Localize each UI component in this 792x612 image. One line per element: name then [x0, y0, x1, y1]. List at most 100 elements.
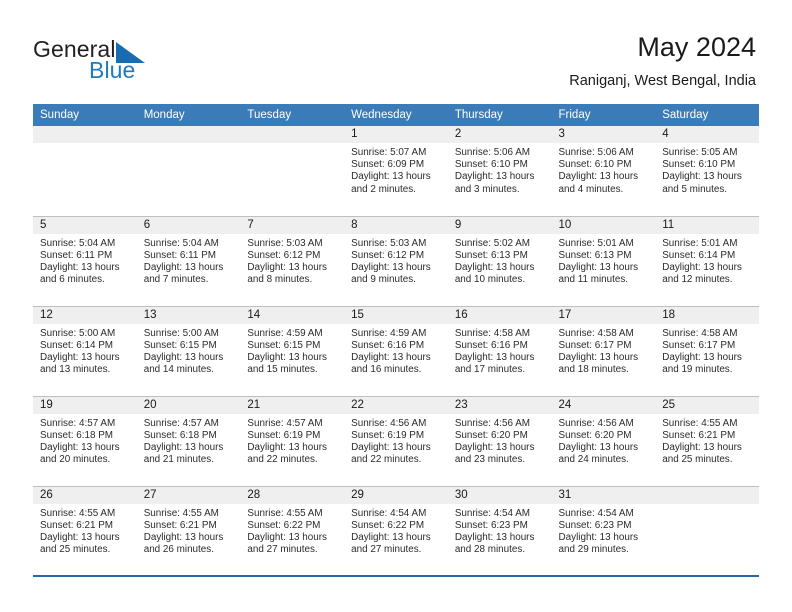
daylight-text-line1: Daylight: 13 hours [40, 351, 120, 363]
calendar-day-cell[interactable]: 17 Sunrise: 4:58 AM Sunset: 6:17 PM Dayligh… [551, 305, 656, 396]
calendar-day-cell[interactable]: 31 Sunrise: 4:54 AM Sunset: 6:23 PM Dayligh… [551, 485, 656, 576]
day-details: Sunrise: 4:54 AM Sunset: 6:23 PM Daylight:… [552, 504, 656, 557]
sunrise-text: Sunrise: 4:54 AM [454, 507, 531, 519]
calendar-day-cell[interactable]: 3 Sunrise: 5:06 AM Sunset: 6:10 PM Daylight… [551, 126, 656, 216]
calendar-day-cell[interactable]: 5 Sunrise: 5:04 AM Sunset: 6:11 PM Daylight… [33, 215, 137, 306]
day-number: 20 [136, 396, 241, 414]
day-details: Sunrise: 4:56 AM Sunset: 6:20 PM Daylight:… [448, 414, 552, 467]
sunrise-text: Sunrise: 4:59 AM [247, 327, 323, 339]
daylight-text-line1: Daylight: 13 hours [247, 351, 327, 363]
day-details: Sunrise: 5:01 AM Sunset: 6:14 PM Daylight:… [655, 234, 759, 287]
calendar-day-cell[interactable]: 6 Sunrise: 5:04 AM Sunset: 6:11 PM Daylight… [136, 215, 241, 306]
day-number: 28 [240, 486, 345, 504]
calendar-day-cell[interactable]: 13 Sunrise: 5:00 AM Sunset: 6:15 PM Dayligh… [136, 305, 241, 396]
day-details: Sunrise: 5:06 AM Sunset: 6:10 PM Daylight:… [552, 143, 656, 196]
daylight-text-line2: and 25 minutes. [662, 454, 733, 466]
day-details: Sunrise: 4:56 AM Sunset: 6:20 PM Daylight:… [552, 414, 656, 467]
sunset-text: Sunset: 6:21 PM [143, 519, 217, 531]
sunrise-text: Sunrise: 4:57 AM [143, 417, 219, 429]
calendar-day-cell[interactable] [655, 485, 759, 576]
day-details [33, 143, 137, 147]
sunrise-text: Sunrise: 4:55 AM [662, 417, 738, 429]
weekday-header-wednesday: Wednesday [344, 104, 448, 126]
calendar-week-row: 19 Sunrise: 4:57 AM Sunset: 6:18 PM Dayligh… [33, 395, 759, 486]
calendar-day-cell[interactable]: 27 Sunrise: 4:55 AM Sunset: 6:21 PM Dayligh… [136, 485, 241, 576]
sunrise-text: Sunrise: 5:04 AM [143, 237, 219, 249]
page-title: May 2024 [637, 32, 756, 62]
calendar-day-cell[interactable]: 28 Sunrise: 4:55 AM Sunset: 6:22 PM Dayligh… [240, 485, 345, 576]
daylight-text-line2: and 20 minutes. [40, 454, 111, 466]
day-details: Sunrise: 4:57 AM Sunset: 6:18 PM Daylight:… [137, 414, 241, 467]
day-details: Sunrise: 5:00 AM Sunset: 6:15 PM Daylight:… [137, 324, 241, 377]
day-number: 12 [33, 306, 137, 324]
day-details: Sunrise: 4:55 AM Sunset: 6:22 PM Daylight:… [240, 504, 344, 557]
calendar-day-cell[interactable]: 2 Sunrise: 5:06 AM Sunset: 6:10 PM Daylight… [447, 126, 552, 216]
sunrise-text: Sunrise: 4:59 AM [351, 327, 427, 339]
sunset-text: Sunset: 6:11 PM [143, 249, 216, 261]
day-number: 25 [655, 396, 759, 414]
calendar-day-cell[interactable]: 29 Sunrise: 4:54 AM Sunset: 6:22 PM Dayligh… [344, 485, 448, 576]
weekday-header-saturday: Saturday [655, 104, 759, 126]
daylight-text-line2: and 3 minutes. [454, 183, 520, 195]
daylight-text-line1: Daylight: 13 hours [40, 261, 120, 273]
daylight-text-line2: and 26 minutes. [143, 544, 214, 556]
daylight-text-line1: Daylight: 13 hours [143, 441, 224, 453]
calendar-day-cell[interactable]: 30 Sunrise: 4:54 AM Sunset: 6:23 PM Dayligh… [447, 485, 552, 576]
sunset-text: Sunset: 6:17 PM [558, 339, 632, 351]
calendar-day-cell[interactable]: 26 Sunrise: 4:55 AM Sunset: 6:21 PM Dayligh… [33, 485, 137, 576]
sunset-text: Sunset: 6:15 PM [143, 339, 217, 351]
daylight-text-line1: Daylight: 13 hours [558, 261, 639, 273]
calendar-day-cell[interactable]: 21 Sunrise: 4:57 AM Sunset: 6:19 PM Dayligh… [240, 395, 345, 486]
daylight-text-line1: Daylight: 13 hours [558, 171, 639, 183]
calendar-day-cell[interactable]: 7 Sunrise: 5:03 AM Sunset: 6:12 PM Daylight… [240, 215, 345, 306]
calendar-day-cell[interactable]: 18 Sunrise: 4:58 AM Sunset: 6:17 PM Dayligh… [655, 305, 759, 396]
calendar-day-cell[interactable]: 12 Sunrise: 5:00 AM Sunset: 6:14 PM Dayligh… [33, 305, 137, 396]
day-details: Sunrise: 4:59 AM Sunset: 6:15 PM Daylight:… [240, 324, 344, 377]
calendar-day-cell[interactable]: 1 Sunrise: 5:07 AM Sunset: 6:09 PM Daylight… [344, 126, 448, 216]
calendar-day-cell[interactable]: 10 Sunrise: 5:01 AM Sunset: 6:13 PM Dayligh… [551, 215, 656, 306]
calendar-day-cell[interactable] [33, 126, 137, 216]
day-number: 19 [33, 396, 137, 414]
weekday-header-monday: Monday [136, 104, 241, 126]
weekday-header-sunday: Sunday [33, 104, 137, 126]
calendar-day-cell[interactable]: 9 Sunrise: 5:02 AM Sunset: 6:13 PM Daylight… [447, 215, 552, 306]
calendar-day-cell[interactable]: 8 Sunrise: 5:03 AM Sunset: 6:12 PM Daylight… [344, 215, 448, 306]
sunrise-text: Sunrise: 4:58 AM [662, 327, 738, 339]
calendar-day-cell[interactable]: 24 Sunrise: 4:56 AM Sunset: 6:20 PM Dayligh… [551, 395, 656, 486]
day-number [136, 126, 241, 143]
sunset-text: Sunset: 6:09 PM [351, 159, 425, 171]
page-subtitle: Raniganj, West Bengal, India [569, 73, 756, 89]
sunset-text: Sunset: 6:21 PM [40, 519, 114, 531]
calendar-day-cell[interactable] [136, 126, 241, 216]
calendar-day-cell[interactable]: 16 Sunrise: 4:58 AM Sunset: 6:16 PM Dayligh… [447, 305, 552, 396]
day-number: 16 [447, 306, 552, 324]
day-number: 4 [655, 126, 759, 143]
daylight-text-line2: and 23 minutes. [454, 454, 526, 466]
calendar-day-cell[interactable]: 19 Sunrise: 4:57 AM Sunset: 6:18 PM Dayligh… [33, 395, 137, 486]
daylight-text-line2: and 8 minutes. [247, 274, 313, 286]
daylight-text-line1: Daylight: 13 hours [558, 531, 639, 543]
calendar-day-cell[interactable]: 15 Sunrise: 4:59 AM Sunset: 6:16 PM Dayligh… [344, 305, 448, 396]
daylight-text-line1: Daylight: 13 hours [558, 351, 639, 363]
daylight-text-line2: and 16 minutes. [351, 364, 422, 376]
daylight-text-line2: and 10 minutes. [454, 274, 526, 286]
day-number: 10 [551, 216, 656, 234]
calendar-day-cell[interactable]: 22 Sunrise: 4:56 AM Sunset: 6:19 PM Dayligh… [344, 395, 448, 486]
sunset-text: Sunset: 6:18 PM [143, 429, 217, 441]
general-blue-logo[interactable]: General Blue [33, 36, 163, 86]
calendar-day-cell[interactable]: 4 Sunrise: 5:05 AM Sunset: 6:10 PM Daylight… [655, 126, 759, 216]
daylight-text-line1: Daylight: 13 hours [454, 441, 535, 453]
calendar-day-cell[interactable]: 20 Sunrise: 4:57 AM Sunset: 6:18 PM Dayligh… [136, 395, 241, 486]
calendar-day-cell[interactable]: 11 Sunrise: 5:01 AM Sunset: 6:14 PM Dayligh… [655, 215, 759, 306]
sunrise-text: Sunrise: 4:56 AM [351, 417, 427, 429]
calendar-day-cell[interactable]: 14 Sunrise: 4:59 AM Sunset: 6:15 PM Dayligh… [240, 305, 345, 396]
sunset-text: Sunset: 6:21 PM [662, 429, 736, 441]
calendar-day-cell[interactable]: 23 Sunrise: 4:56 AM Sunset: 6:20 PM Dayligh… [447, 395, 552, 486]
calendar-day-cell[interactable]: 25 Sunrise: 4:55 AM Sunset: 6:21 PM Dayligh… [655, 395, 759, 486]
daylight-text-line2: and 6 minutes. [40, 274, 105, 286]
sunrise-text: Sunrise: 4:55 AM [143, 507, 219, 519]
calendar-day-cell[interactable] [240, 126, 345, 216]
daylight-text-line2: and 11 minutes. [558, 274, 629, 286]
sunrise-text: Sunrise: 4:55 AM [247, 507, 323, 519]
sunrise-text: Sunrise: 5:00 AM [40, 327, 116, 339]
